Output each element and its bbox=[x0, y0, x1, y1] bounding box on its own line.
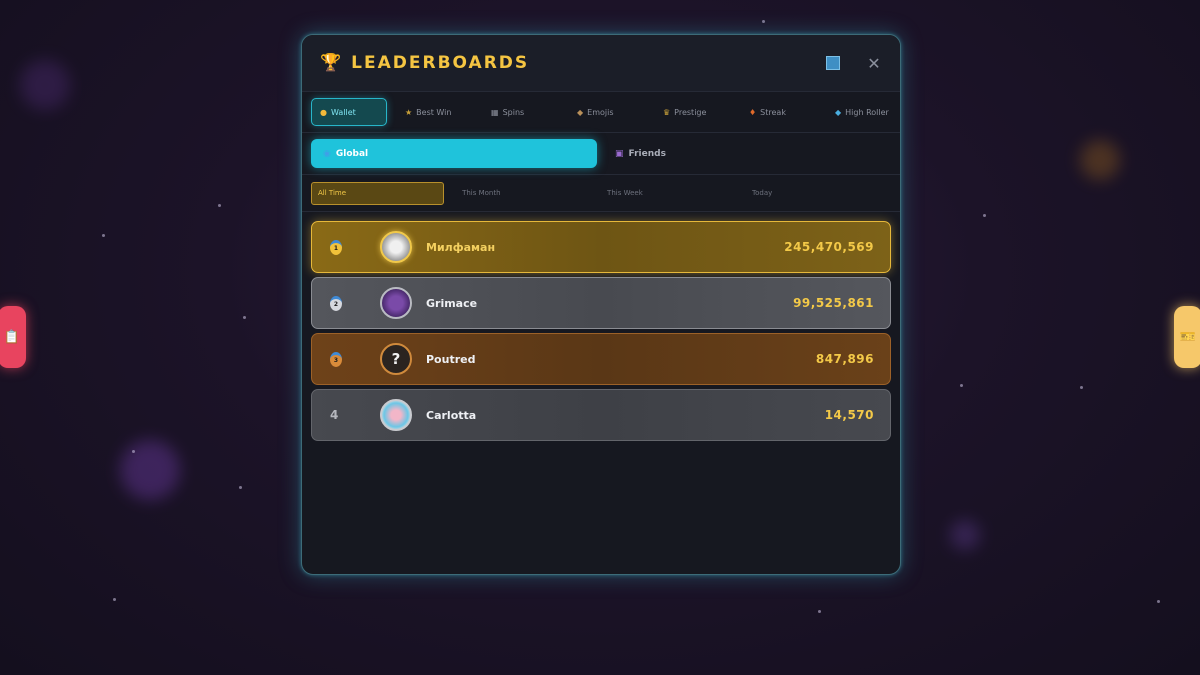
player-score: 245,470,569 bbox=[784, 240, 874, 254]
star-icon: ★ bbox=[405, 107, 413, 117]
modal-header: 🏆 LEADERBOARDS ✕ bbox=[302, 35, 900, 92]
background-glow bbox=[120, 440, 180, 500]
crown-icon: ♛ bbox=[663, 107, 671, 117]
tab-this-week[interactable]: This Week bbox=[601, 182, 734, 205]
tab-label: Global bbox=[335, 148, 369, 159]
tab-this-month[interactable]: This Month bbox=[456, 182, 589, 205]
tab-spins[interactable]: ▦ Spins bbox=[483, 99, 559, 125]
tab-wallet[interactable]: ● Wallet bbox=[311, 98, 387, 126]
tab-today[interactable]: Today bbox=[746, 182, 879, 205]
leaderboard-list: 1 Милфаман 245,470,569 2 Grimace 99,525,… bbox=[302, 212, 900, 441]
close-icon[interactable]: ✕ bbox=[866, 54, 882, 73]
background-star bbox=[102, 234, 105, 237]
right-side-tab[interactable]: 🎫 bbox=[1174, 306, 1200, 368]
category-tabs: ● Wallet ★ Best Win ▦ Spins ◆ Emojis ♛ P… bbox=[302, 92, 900, 133]
tab-label: High Roller bbox=[845, 107, 889, 117]
left-side-tab[interactable]: 📋 bbox=[0, 306, 26, 368]
background-star bbox=[239, 486, 242, 489]
scope-tabs: ◉ Global ▣ Friends bbox=[302, 133, 900, 175]
leaderboards-modal: 🏆 LEADERBOARDS ✕ ● Wallet ★ Best Win ▦ S… bbox=[301, 34, 901, 575]
background-glow bbox=[20, 60, 70, 110]
leaderboard-row[interactable]: 4 Carlotta 14,570 bbox=[311, 389, 891, 441]
tab-label: Today bbox=[752, 189, 773, 197]
tab-label: Friends bbox=[628, 148, 666, 159]
rank-number: 4 bbox=[330, 408, 339, 422]
background-star bbox=[818, 610, 821, 613]
background-star bbox=[762, 20, 765, 23]
slot-machine-icon: ▦ bbox=[491, 107, 499, 117]
trophy-icon: 🏆 bbox=[320, 53, 342, 73]
friends-icon: ▣ bbox=[615, 148, 624, 159]
tab-all-time[interactable]: All Time bbox=[311, 181, 445, 205]
player-name: Grimace bbox=[426, 296, 478, 310]
tab-best-win[interactable]: ★ Best Win bbox=[397, 99, 473, 125]
player-name: Милфаман bbox=[426, 240, 496, 254]
fire-icon: ♦ bbox=[749, 107, 757, 117]
avatar bbox=[380, 231, 412, 263]
background-star bbox=[960, 384, 963, 387]
tab-label: Streak bbox=[760, 107, 786, 117]
tab-label: Prestige bbox=[674, 107, 707, 117]
player-name: Poutred bbox=[426, 352, 476, 366]
ticket-icon: 🎫 bbox=[1179, 329, 1197, 345]
tab-prestige[interactable]: ♛ Prestige bbox=[655, 99, 731, 125]
rank-cell: 1 bbox=[326, 239, 370, 255]
background-glow bbox=[950, 520, 980, 550]
tab-friends[interactable]: ▣ Friends bbox=[603, 139, 678, 168]
tab-label: Best Win bbox=[416, 107, 452, 117]
coin-icon: ● bbox=[320, 107, 327, 117]
bronze-medal-icon: 3 bbox=[330, 351, 342, 367]
avatar bbox=[380, 399, 412, 431]
background-star bbox=[218, 204, 221, 207]
period-tabs: All Time This Month This Week Today bbox=[302, 175, 900, 212]
avatar: ? bbox=[380, 343, 412, 375]
clipboard-icon: 📋 bbox=[3, 329, 21, 345]
player-score: 99,525,861 bbox=[793, 296, 874, 310]
background-star bbox=[132, 450, 135, 453]
gold-medal-icon: 1 bbox=[330, 239, 342, 255]
player-name: Carlotta bbox=[426, 408, 477, 422]
leaderboard-row[interactable]: 1 Милфаман 245,470,569 bbox=[311, 221, 891, 273]
tab-label: This Week bbox=[607, 189, 643, 197]
silver-medal-icon: 2 bbox=[330, 295, 342, 311]
background-star bbox=[983, 214, 986, 217]
tab-label: Wallet bbox=[330, 107, 356, 117]
leaderboard-row[interactable]: 2 Grimace 99,525,861 bbox=[311, 277, 891, 329]
globe-icon: ◉ bbox=[323, 148, 331, 159]
rank-cell: 2 bbox=[326, 295, 370, 311]
tab-streak[interactable]: ♦ Streak bbox=[741, 99, 817, 125]
tab-label: This Month bbox=[462, 189, 501, 197]
tab-label: All Time bbox=[318, 189, 347, 197]
background-glow bbox=[1080, 140, 1120, 180]
tab-emojis[interactable]: ◆ Emojis bbox=[569, 99, 645, 125]
player-score: 14,570 bbox=[824, 408, 874, 422]
diamond-icon: ◆ bbox=[835, 107, 842, 117]
player-score: 847,896 bbox=[815, 352, 874, 366]
background-star bbox=[1080, 386, 1083, 389]
tab-label: Spins bbox=[502, 107, 525, 117]
background-star bbox=[1157, 600, 1160, 603]
minimize-button[interactable] bbox=[826, 56, 840, 70]
leaderboard-row[interactable]: 3 ? Poutred 847,896 bbox=[311, 333, 891, 385]
emoji-icon: ◆ bbox=[577, 107, 584, 117]
modal-title: LEADERBOARDS bbox=[351, 53, 530, 73]
tab-high-roller[interactable]: ◆ High Roller bbox=[827, 99, 900, 125]
tab-global[interactable]: ◉ Global bbox=[311, 139, 597, 168]
avatar bbox=[380, 287, 412, 319]
rank-cell: 3 bbox=[326, 351, 370, 367]
tab-label: Emojis bbox=[587, 107, 614, 117]
background-star bbox=[243, 316, 246, 319]
background-star bbox=[113, 598, 116, 601]
